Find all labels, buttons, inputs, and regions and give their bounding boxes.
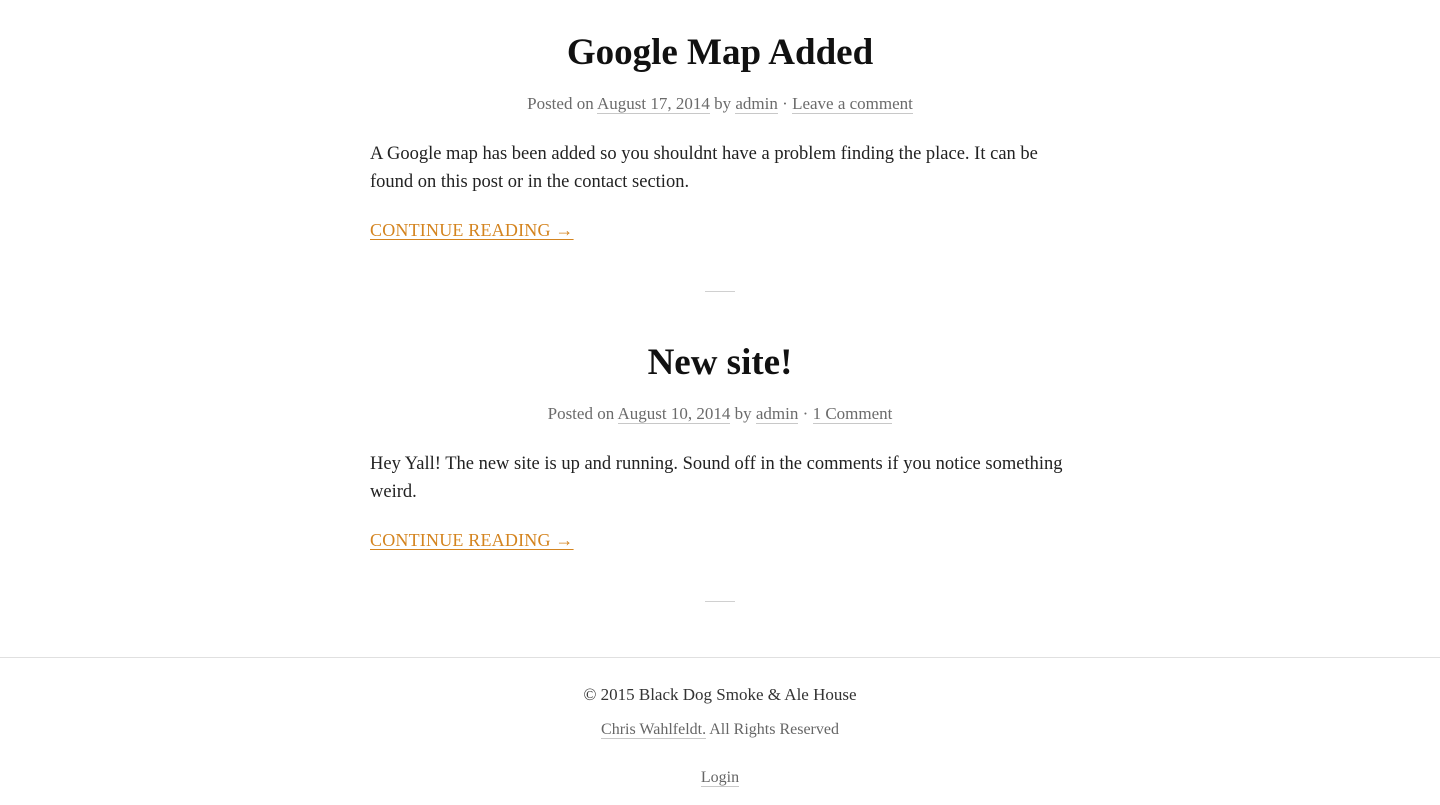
- post-title: Google Map Added: [566, 32, 874, 73]
- post-meta: Posted on August 10, 2014 by admin · 1 C…: [370, 402, 1070, 426]
- footer-login: Login: [0, 767, 1440, 789]
- continue-reading-link[interactable]: CONTINUE READING →: [370, 530, 574, 551]
- comments-link[interactable]: Leave a comment: [792, 94, 913, 114]
- author-link[interactable]: admin: [735, 94, 778, 114]
- post-divider: [705, 601, 735, 602]
- credit-link[interactable]: Chris Wahlfeldt.: [601, 721, 707, 739]
- post-excerpt: Hey Yall! The new site is up and running…: [370, 454, 1063, 502]
- post-list: Google Map Added Posted on August 17, 20…: [370, 0, 1070, 602]
- post-meta: Posted on August 17, 2014 by admin · Lea…: [370, 92, 1070, 116]
- site-footer: © 2015 Black Dog Smoke & Ale House Chris…: [0, 657, 1440, 789]
- post-excerpt: A Google map has been added so you shoul…: [370, 144, 1038, 192]
- post-date-link[interactable]: August 17, 2014: [597, 94, 710, 114]
- post-date-link[interactable]: August 10, 2014: [617, 404, 731, 424]
- by-label: by: [734, 404, 752, 423]
- meta-separator: ·: [802, 404, 809, 423]
- author-link[interactable]: admin: [755, 404, 799, 424]
- meta-separator: ·: [782, 94, 788, 113]
- comments-link[interactable]: 1 Comment: [812, 404, 893, 424]
- continue-reading-link[interactable]: CONTINUE READING →: [370, 220, 574, 241]
- by-label: by: [714, 94, 732, 113]
- posted-on-label: Posted on: [527, 94, 594, 113]
- page: Google Map Added Posted on August 17, 20…: [0, 0, 1440, 805]
- posted-on-label: Posted on: [547, 404, 615, 423]
- post-title: New site!: [647, 342, 793, 383]
- post: Google Map Added Posted on August 17, 20…: [370, 30, 1070, 292]
- credit-text: All Rights Reserved: [706, 721, 839, 738]
- post-divider: [705, 291, 735, 292]
- post: New site! Posted on August 10, 2014 by a…: [370, 340, 1070, 602]
- footer-credit: Chris Wahlfeldt. All Rights Reserved: [0, 719, 1440, 741]
- login-link[interactable]: Login: [700, 769, 740, 787]
- footer-copyright: © 2015 Black Dog Smoke & Ale House: [583, 685, 857, 704]
